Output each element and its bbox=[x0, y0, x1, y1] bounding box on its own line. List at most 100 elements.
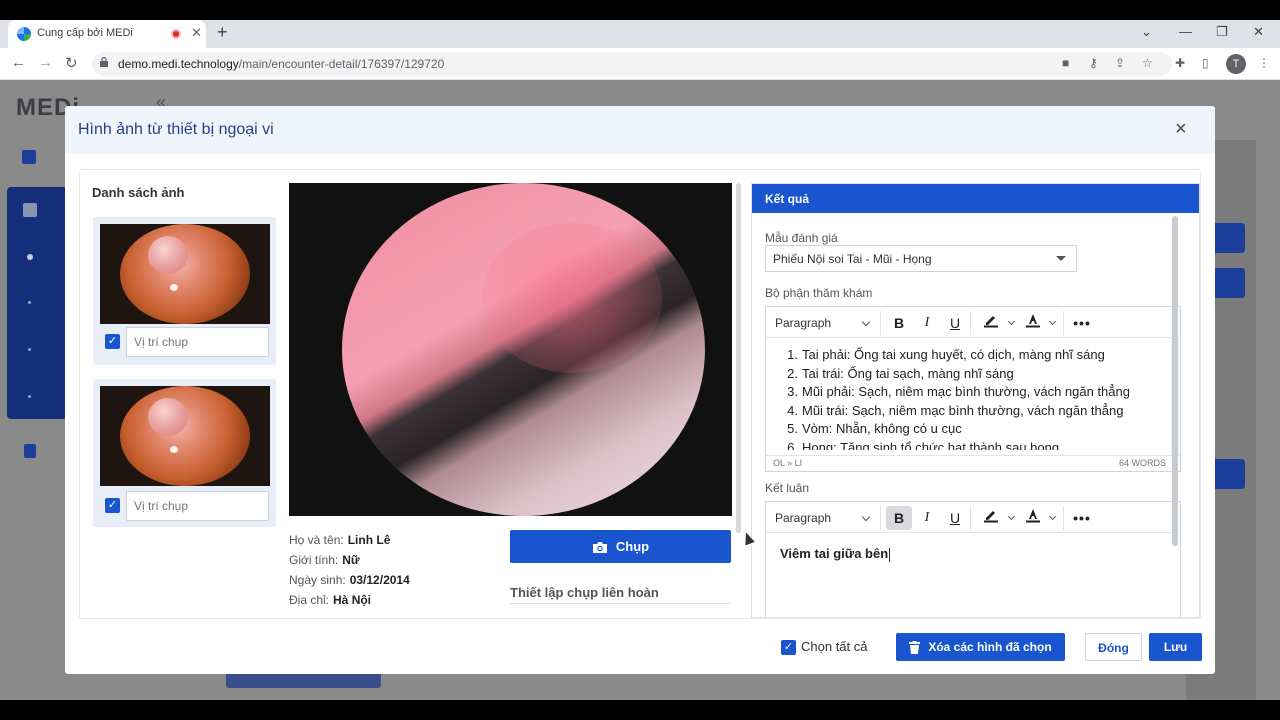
exam-editor[interactable]: Paragraph B I U ••• 1. Tai phải: Ống tai… bbox=[765, 306, 1181, 472]
chevron-down-icon[interactable] bbox=[1007, 317, 1016, 326]
conclusion-editor[interactable]: Paragraph B I U ••• Viêm tai giữa bên bbox=[765, 501, 1181, 617]
sidebar-icon bbox=[23, 203, 37, 217]
capture-button[interactable]: Chụp bbox=[510, 530, 731, 563]
extensions-icon[interactable]: ✚ bbox=[1175, 56, 1185, 70]
list-item: 5. Vòm: Nhẵn, không có u cục bbox=[780, 421, 1160, 440]
minimize-icon[interactable]: — bbox=[1179, 24, 1192, 39]
endoscope-view bbox=[342, 183, 705, 516]
capture-button-label: Chụp bbox=[615, 539, 650, 554]
image-list-item[interactable]: ✓ bbox=[93, 217, 276, 365]
chevron-down-icon[interactable] bbox=[1048, 512, 1057, 521]
image-select-checkbox[interactable]: ✓ bbox=[105, 498, 120, 513]
image-select-checkbox[interactable]: ✓ bbox=[105, 334, 120, 349]
browser-menu-icon[interactable]: ⋮ bbox=[1258, 56, 1270, 70]
tab-search-icon[interactable]: ⌄ bbox=[1141, 24, 1152, 40]
background-mic-button bbox=[1213, 459, 1245, 489]
back-icon[interactable]: ← bbox=[11, 54, 26, 71]
result-panel-scrollbar[interactable] bbox=[1172, 216, 1178, 546]
template-select[interactable]: Phiếu Nội soi Tai - Mũi - Họng bbox=[765, 245, 1077, 272]
share-icon[interactable]: ⇪ bbox=[1115, 56, 1125, 70]
close-button[interactable]: Đóng bbox=[1085, 633, 1142, 661]
sidebar-dot bbox=[28, 348, 31, 351]
select-all-checkbox[interactable]: ✓ Chọn tất cả bbox=[781, 639, 868, 656]
patient-dob-row: Ngày sinh: 03/12/2014 bbox=[289, 573, 410, 587]
list-number: 5. bbox=[787, 421, 798, 437]
sidebar-dot bbox=[28, 301, 31, 304]
chevron-down-icon[interactable] bbox=[1007, 512, 1016, 521]
ear-thumbnail-image[interactable] bbox=[100, 386, 270, 486]
url-host: demo.medi.technology bbox=[118, 57, 239, 71]
toolbar-divider bbox=[880, 506, 881, 530]
select-all-label: Chọn tất cả bbox=[801, 639, 868, 654]
middle-scrollbar[interactable] bbox=[736, 183, 741, 533]
sidebar-dot bbox=[28, 395, 31, 398]
conclusion-content[interactable]: Viêm tai giữa bên bbox=[780, 546, 891, 562]
list-number: 3. bbox=[787, 384, 798, 400]
result-panel: Kết quả Mẫu đánh giá Phiếu Nội soi Tai -… bbox=[751, 183, 1200, 618]
underline-button[interactable]: U bbox=[942, 506, 968, 530]
more-options-icon[interactable]: ••• bbox=[1069, 311, 1095, 335]
bold-button[interactable]: B bbox=[886, 506, 912, 530]
chevron-down-icon bbox=[861, 512, 871, 522]
conclusion-label: Kết luận bbox=[765, 481, 810, 495]
patient-address: Hà Nội bbox=[333, 593, 372, 607]
address-bar[interactable]: demo.medi.technology/main/encounter-deta… bbox=[92, 52, 1172, 76]
highlight-color-button[interactable] bbox=[978, 506, 1004, 530]
paragraph-style-select[interactable]: Paragraph bbox=[775, 316, 871, 330]
save-button[interactable]: Lưu bbox=[1149, 633, 1202, 661]
italic-button[interactable]: I bbox=[914, 311, 940, 335]
reload-icon[interactable]: ↻ bbox=[65, 54, 78, 72]
patient-dob-label: Ngày sinh: bbox=[289, 573, 346, 587]
eardrum-shape bbox=[120, 224, 250, 324]
camera-in-use-icon[interactable]: ■ bbox=[1062, 56, 1069, 70]
dropdown-caret-icon bbox=[1056, 256, 1066, 261]
text-color-button[interactable] bbox=[1020, 506, 1046, 530]
forward-icon[interactable]: → bbox=[38, 54, 53, 71]
patient-name-row: Họ và tên: Linh Lê bbox=[289, 533, 390, 547]
bulge-shape bbox=[148, 236, 188, 274]
chevron-down-icon[interactable] bbox=[1048, 317, 1057, 326]
patient-dob: 03/12/2014 bbox=[349, 573, 410, 587]
patient-gender-label: Giới tính: bbox=[289, 553, 339, 567]
highlight-color-button[interactable] bbox=[978, 311, 1004, 335]
tab-close-icon[interactable]: ✕ bbox=[191, 25, 202, 41]
chevron-down-icon bbox=[861, 317, 871, 327]
window-close-icon[interactable]: ✕ bbox=[1253, 24, 1264, 40]
findings-list[interactable]: 1. Tai phải: Ống tai xung huyết, có dịch,… bbox=[780, 347, 1160, 450]
conclusion-editor-toolbar: Paragraph B I U ••• bbox=[766, 502, 1180, 533]
text-color-button[interactable] bbox=[1020, 311, 1046, 335]
list-item: 6. Họng: Tăng sinh tổ chức hạt thành sau … bbox=[780, 440, 1160, 450]
bottom-letterbox bbox=[0, 700, 1280, 720]
underline-button[interactable]: U bbox=[942, 311, 968, 335]
browser-tab[interactable]: Cung cấp bởi MEDi ✕ bbox=[8, 20, 206, 48]
delete-selected-button[interactable]: Xóa các hình đã chọn bbox=[896, 633, 1065, 661]
paragraph-style-select[interactable]: Paragraph bbox=[775, 511, 871, 525]
highlighter-icon bbox=[984, 316, 998, 328]
book-icon bbox=[24, 444, 36, 458]
calendar-icon bbox=[22, 150, 36, 164]
more-options-icon[interactable]: ••• bbox=[1069, 506, 1095, 530]
list-number: 6. bbox=[787, 439, 798, 450]
side-panel-icon[interactable]: ▯ bbox=[1202, 56, 1209, 70]
ear-thumbnail-image[interactable] bbox=[100, 224, 270, 324]
image-list-item[interactable]: ✓ bbox=[93, 379, 276, 527]
new-tab-icon[interactable]: + bbox=[217, 22, 228, 43]
patient-gender: Nữ bbox=[342, 553, 360, 567]
bookmark-star-icon[interactable]: ☆ bbox=[1142, 56, 1153, 70]
key-icon[interactable]: ⚷ bbox=[1089, 56, 1098, 70]
maximize-icon[interactable]: ❐ bbox=[1216, 24, 1228, 40]
burst-capture-title: Thiết lập chụp liên hoàn bbox=[510, 585, 659, 600]
capture-position-input[interactable] bbox=[126, 327, 269, 357]
capture-position-input[interactable] bbox=[126, 491, 269, 521]
reflex-spot bbox=[170, 284, 178, 291]
italic-button[interactable]: I bbox=[914, 506, 940, 530]
profile-avatar[interactable]: T bbox=[1226, 54, 1246, 74]
modal-close-icon[interactable]: × bbox=[1175, 118, 1187, 141]
conclusion-text: Viêm tai giữa bên bbox=[780, 546, 889, 561]
url-text: demo.medi.technology/main/encounter-deta… bbox=[118, 57, 444, 71]
burst-divider bbox=[510, 603, 731, 604]
toolbar-divider bbox=[880, 311, 881, 335]
bold-button[interactable]: B bbox=[886, 311, 912, 335]
reflex-spot bbox=[170, 446, 178, 453]
eardrum-shape bbox=[120, 386, 250, 486]
